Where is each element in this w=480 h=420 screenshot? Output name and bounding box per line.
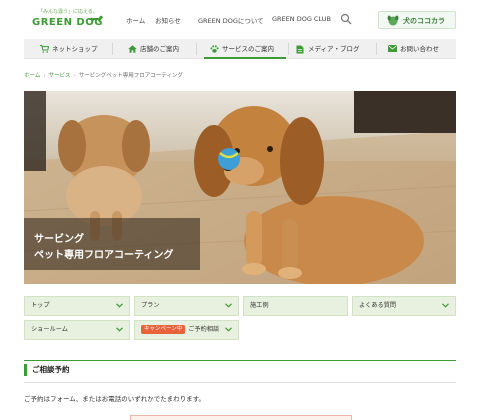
subnav-label: 施工例 xyxy=(250,302,269,309)
subnav-plan[interactable]: プラン xyxy=(134,296,239,316)
nav-divider xyxy=(288,43,289,55)
nav-services[interactable]: サービスのご案内 xyxy=(204,39,286,59)
hero-caption-subtitle: ペット専用フロアコーティング xyxy=(34,250,174,261)
nav-label: 店舗のご案内 xyxy=(140,45,179,53)
nav-label: メディア・ブログ xyxy=(308,45,360,53)
nav-divider xyxy=(196,43,197,55)
subnav-reservation[interactable]: キャンペーン中 ご予約相談 xyxy=(134,320,239,340)
dog-logo-icon xyxy=(89,15,103,22)
breadcrumb: ホーム › サービス › サービングペット専用フロアコーティング xyxy=(24,71,183,79)
campaign-badge: キャンペーン中 xyxy=(141,325,186,334)
subnav-showroom[interactable]: ショールーム xyxy=(24,320,130,340)
dog-head-icon xyxy=(387,15,399,26)
hero-caption-title: サービング xyxy=(34,234,84,245)
section-divider xyxy=(24,360,456,361)
nav-label: サービスのご案内 xyxy=(222,45,274,53)
hero-caption: サービング ペット専用フロアコーティング xyxy=(24,218,200,270)
topnav-home[interactable]: ホーム xyxy=(126,15,145,25)
topnav-club[interactable]: GREEN DOG CLUB xyxy=(272,15,331,23)
site-header: 「みんな違う」に応える。 GREEN DOG ホーム お知らせ GREEN DO… xyxy=(0,0,480,38)
paw-icon xyxy=(210,45,219,53)
kokokara-banner[interactable]: 犬のココカラ xyxy=(378,11,456,29)
nav-divider xyxy=(376,43,377,55)
subnav-label: ご予約相談 xyxy=(188,326,220,333)
subnav-faq[interactable]: よくある質問 xyxy=(352,296,456,316)
chevron-right-icon: › xyxy=(43,73,46,79)
breadcrumb-services[interactable]: サービス xyxy=(49,73,71,79)
main-nav: ネットショップ 店舗のご案内 サービスのご案内 メディア・ブログ お問い合わせ xyxy=(24,39,456,59)
breadcrumb-current: サービングペット専用フロアコーティング xyxy=(78,73,183,79)
nav-label: お問い合わせ xyxy=(400,45,439,53)
subnav-top[interactable]: トップ xyxy=(24,296,130,316)
breadcrumb-home[interactable]: ホーム xyxy=(24,73,40,79)
subnav-label: トップ xyxy=(31,302,50,309)
green-dog-logo[interactable]: 「みんな違う」に応える。 GREEN DOG xyxy=(32,8,106,34)
mail-icon xyxy=(388,45,397,52)
subnav-label: プラン xyxy=(141,302,160,309)
subnav-examples[interactable]: 施工例 xyxy=(243,296,348,316)
chevron-down-icon xyxy=(116,327,123,332)
search-icon[interactable] xyxy=(340,13,352,25)
nav-divider xyxy=(112,43,113,55)
home-icon xyxy=(128,45,137,53)
subnav-label: よくある質問 xyxy=(359,302,397,309)
document-icon xyxy=(296,45,304,54)
chevron-down-icon xyxy=(442,303,449,308)
chevron-down-icon xyxy=(116,303,123,308)
kokokara-label: 犬のココカラ xyxy=(403,17,445,25)
service-subnav: トップ プラン 施工例 よくある質問 ショールーム キャンペーン中 ご予約相談 xyxy=(24,296,456,340)
section-underline xyxy=(24,382,456,383)
section-heading: ご相談予約 xyxy=(24,364,70,376)
subnav-label: ショールーム xyxy=(31,326,68,333)
topnav-about[interactable]: GREEN DOGについて xyxy=(198,15,264,25)
reservation-box xyxy=(130,415,352,420)
cart-icon xyxy=(40,45,49,53)
topnav-news[interactable]: お知らせ xyxy=(155,15,181,25)
chevron-right-icon: › xyxy=(73,73,76,79)
nav-label: ネットショップ xyxy=(52,45,98,53)
chevron-down-icon xyxy=(225,303,232,308)
section-text: ご予約はフォーム、またはお電話のいずれかでたまわります。 xyxy=(24,395,205,403)
chevron-down-icon xyxy=(225,327,232,332)
